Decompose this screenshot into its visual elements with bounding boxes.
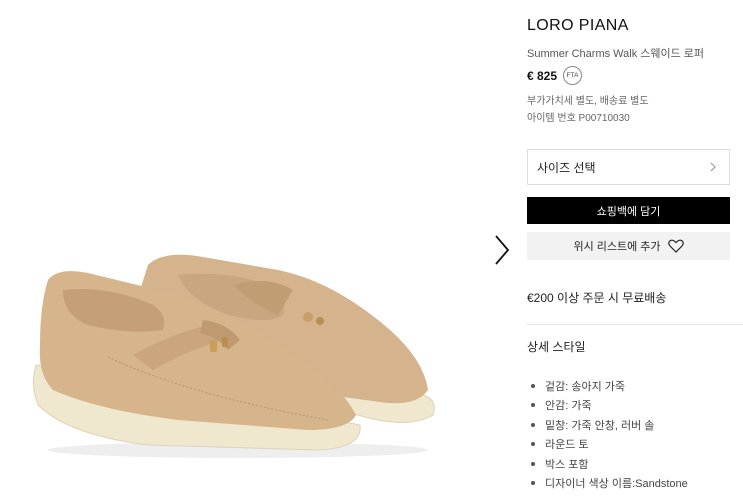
details-list: 겉감: 송아지 가죽 안감: 가죽 밑창: 가죽 안창, 러버 솔 라운드 토 … bbox=[527, 376, 688, 493]
brand-name[interactable]: LORO PIANA bbox=[527, 17, 629, 35]
fta-badge[interactable]: FTA bbox=[563, 66, 583, 85]
size-select-label: 사이즈 선택 bbox=[537, 160, 596, 175]
details-title[interactable]: 상세 스타일 bbox=[527, 338, 586, 355]
add-to-bag-button[interactable]: 쇼핑백에 담기 bbox=[527, 197, 730, 224]
divider bbox=[527, 324, 743, 325]
item-number: 아이템 번호 P00710030 bbox=[527, 113, 630, 124]
list-item: 디자이너 색상 이름:Sandstone bbox=[527, 474, 688, 494]
list-item: 겉감: 송아지 가죽 bbox=[527, 376, 688, 396]
size-select[interactable]: 사이즈 선택 bbox=[527, 149, 730, 185]
price-row: € 825 FTA bbox=[527, 66, 583, 85]
add-to-wishlist-button[interactable]: 위시 리스트에 추가 bbox=[527, 232, 730, 260]
list-item: 라운드 토 bbox=[527, 435, 688, 455]
chevron-right-icon bbox=[709, 162, 719, 172]
product-price: € 825 bbox=[527, 68, 558, 83]
product-image bbox=[32, 254, 435, 458]
product-gallery bbox=[0, 0, 515, 499]
heart-icon bbox=[667, 239, 684, 253]
free-shipping-note: €200 이상 주문 시 무료배송 bbox=[527, 291, 667, 305]
next-image-button[interactable] bbox=[490, 232, 514, 268]
product-info-panel: LORO PIANA Summer Charms Walk 스웨이드 로퍼 € … bbox=[527, 0, 743, 499]
list-item: 밑창: 가죽 안창, 러버 솔 bbox=[527, 415, 688, 435]
wishlist-label: 위시 리스트에 추가 bbox=[573, 241, 661, 253]
chevron-right-icon bbox=[495, 235, 510, 265]
list-item: 박스 포함 bbox=[527, 454, 688, 474]
tax-note: 부가가치세 별도, 배송료 별도 bbox=[527, 96, 649, 107]
list-item: 안감: 가죽 bbox=[527, 396, 688, 416]
product-name: Summer Charms Walk 스웨이드 로퍼 bbox=[527, 48, 705, 60]
